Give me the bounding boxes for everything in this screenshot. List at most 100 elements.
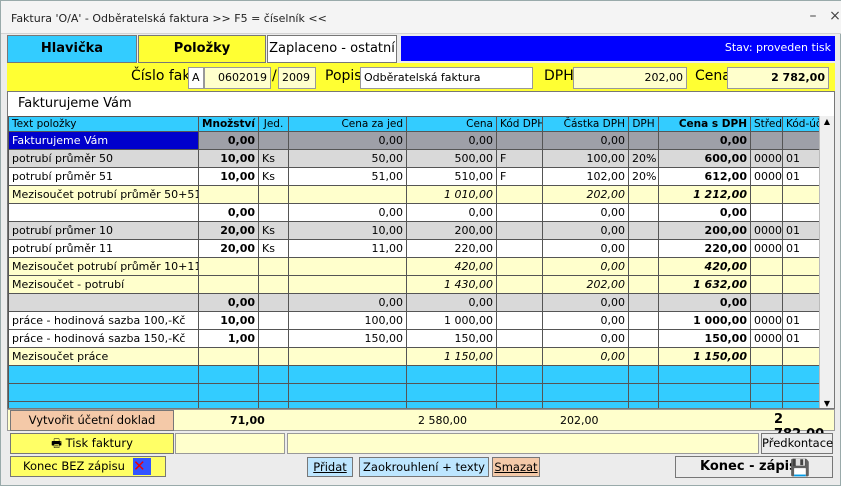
table-cell[interactable] bbox=[406, 401, 497, 408]
table-cell[interactable] bbox=[258, 311, 289, 330]
table-cell[interactable] bbox=[258, 293, 289, 312]
table-cell[interactable] bbox=[628, 383, 659, 402]
table-cell[interactable]: 20,00 bbox=[198, 221, 259, 240]
table-cell[interactable] bbox=[750, 401, 783, 408]
column-header[interactable]: Kód-účetní bbox=[782, 116, 821, 132]
table-cell[interactable] bbox=[288, 365, 407, 384]
table-cell[interactable] bbox=[750, 347, 783, 366]
table-cell[interactable]: 01 bbox=[782, 149, 821, 168]
table-cell[interactable] bbox=[750, 293, 783, 312]
table-row[interactable]: Mezisoučet potrubí průměr 50+51 1 010,00 2… bbox=[8, 185, 821, 204]
table-cell[interactable] bbox=[288, 275, 407, 294]
cena-field[interactable]: 2 782,00 bbox=[727, 67, 829, 89]
year-field[interactable]: 2009 bbox=[278, 67, 316, 89]
column-header[interactable]: Cena s DPH bbox=[658, 116, 751, 132]
table-cell[interactable]: 0,00 bbox=[542, 311, 629, 330]
table-cell[interactable] bbox=[406, 383, 497, 402]
popis-field[interactable]: Odběratelská faktura bbox=[360, 67, 533, 89]
table-cell[interactable] bbox=[542, 401, 629, 408]
table-cell[interactable] bbox=[8, 203, 199, 222]
table-cell[interactable]: 51,00 bbox=[288, 167, 407, 186]
table-cell[interactable]: 10,00 bbox=[288, 221, 407, 240]
table-cell[interactable] bbox=[496, 221, 543, 240]
table-cell[interactable]: 0,00 bbox=[288, 293, 407, 312]
table-cell[interactable] bbox=[258, 365, 289, 384]
table-cell[interactable] bbox=[628, 257, 659, 276]
table-cell[interactable]: 220,00 bbox=[658, 239, 751, 258]
table-cell[interactable] bbox=[628, 347, 659, 366]
table-cell[interactable] bbox=[782, 257, 821, 276]
table-cell[interactable]: Mezisoučet potrubí průměr 50+51 bbox=[8, 185, 199, 204]
table-cell[interactable]: 612,00 bbox=[658, 167, 751, 186]
tab-hlavicka[interactable]: Hlavička bbox=[7, 35, 137, 63]
table-row[interactable]: potrubí průmer 10 20,00 Ks 10,00 200,00 0,00 2… bbox=[8, 221, 821, 240]
table-cell[interactable]: 0,00 bbox=[406, 131, 497, 150]
table-cell[interactable]: 1 430,00 bbox=[406, 275, 497, 294]
table-cell[interactable] bbox=[496, 185, 543, 204]
column-header[interactable]: Střed. bbox=[750, 116, 783, 132]
table-cell[interactable]: 150,00 bbox=[288, 329, 407, 348]
table-cell[interactable] bbox=[496, 347, 543, 366]
table-cell[interactable]: 20% bbox=[628, 149, 659, 168]
table-cell[interactable]: Mezisoučet - potrubí bbox=[8, 275, 199, 294]
table-cell[interactable]: 1,00 bbox=[198, 329, 259, 348]
table-cell[interactable] bbox=[496, 329, 543, 348]
table-cell[interactable] bbox=[258, 203, 289, 222]
table-cell[interactable] bbox=[782, 401, 821, 408]
table-cell[interactable] bbox=[198, 347, 259, 366]
table-cell[interactable] bbox=[258, 131, 289, 150]
column-header[interactable]: Cena bbox=[406, 116, 497, 132]
type-field[interactable]: A bbox=[188, 67, 204, 89]
table-cell[interactable]: 10,00 bbox=[198, 167, 259, 186]
table-cell[interactable] bbox=[628, 311, 659, 330]
table-cell[interactable]: 100,00 bbox=[542, 149, 629, 168]
table-row[interactable]: potrubí průměr 50 10,00 Ks 50,00 500,00 F 100,… bbox=[8, 149, 821, 168]
dph-field[interactable]: 202,00 bbox=[573, 67, 687, 89]
table-cell[interactable]: 1 212,00 bbox=[658, 185, 751, 204]
table-cell[interactable]: 01 bbox=[782, 239, 821, 258]
column-header[interactable]: DPH bbox=[628, 116, 659, 132]
table-cell[interactable]: 1 150,00 bbox=[658, 347, 751, 366]
table-cell[interactable]: práce - hodinová sazba 150,-Kč bbox=[8, 329, 199, 348]
table-cell[interactable]: 100,00 bbox=[288, 311, 407, 330]
table-cell[interactable]: Mezisoučet práce bbox=[8, 347, 199, 366]
table-cell[interactable] bbox=[198, 401, 259, 408]
table-cell[interactable] bbox=[628, 185, 659, 204]
table-cell[interactable]: 0000 bbox=[750, 311, 783, 330]
table-cell[interactable]: potrubí průměr 50 bbox=[8, 149, 199, 168]
table-cell[interactable]: 1 150,00 bbox=[406, 347, 497, 366]
table-cell[interactable] bbox=[782, 203, 821, 222]
table-cell[interactable]: 20,00 bbox=[198, 239, 259, 258]
table-cell[interactable] bbox=[496, 365, 543, 384]
table-cell[interactable] bbox=[782, 131, 821, 150]
table-cell[interactable] bbox=[542, 365, 629, 384]
table-cell[interactable]: 0,00 bbox=[542, 203, 629, 222]
column-header[interactable]: Cena za jed bbox=[288, 116, 407, 132]
table-cell[interactable]: 0,00 bbox=[658, 131, 751, 150]
table-cell[interactable]: 1 000,00 bbox=[658, 311, 751, 330]
table-cell[interactable] bbox=[198, 365, 259, 384]
table-cell[interactable] bbox=[258, 275, 289, 294]
table-row[interactable]: 0,00 0,00 0,00 0,00 0,00 bbox=[8, 293, 821, 312]
table-row[interactable]: práce - hodinová sazba 150,-Kč 1,00 150,00… bbox=[8, 329, 821, 348]
zaokrouhleni-button[interactable]: Zaokrouhlení + texty bbox=[359, 457, 489, 477]
konec-zapis-button[interactable]: Konec - zápis 💾 bbox=[675, 456, 833, 478]
table-cell[interactable] bbox=[628, 131, 659, 150]
table-cell[interactable]: 510,00 bbox=[406, 167, 497, 186]
table-cell[interactable]: 0,00 bbox=[658, 203, 751, 222]
table-cell[interactable] bbox=[258, 383, 289, 402]
table-cell[interactable] bbox=[750, 185, 783, 204]
table-cell[interactable]: 500,00 bbox=[406, 149, 497, 168]
column-header[interactable]: Jed. bbox=[258, 116, 289, 132]
table-cell[interactable] bbox=[198, 257, 259, 276]
table-cell[interactable]: 0,00 bbox=[542, 131, 629, 150]
table-cell[interactable]: 102,00 bbox=[542, 167, 629, 186]
table-cell[interactable]: 10,00 bbox=[198, 311, 259, 330]
table-cell[interactable] bbox=[8, 293, 199, 312]
table-cell[interactable]: 0000 bbox=[750, 221, 783, 240]
tisk-faktury-button[interactable]: 🖶 Tisk faktury bbox=[10, 433, 174, 454]
table-cell[interactable]: 1 000,00 bbox=[406, 311, 497, 330]
scroll-down-icon[interactable]: ▼ bbox=[820, 399, 834, 408]
table-row[interactable]: práce - hodinová sazba 100,-Kč 10,00 100,0… bbox=[8, 311, 821, 330]
smazat-button[interactable]: Smazat bbox=[492, 457, 540, 477]
